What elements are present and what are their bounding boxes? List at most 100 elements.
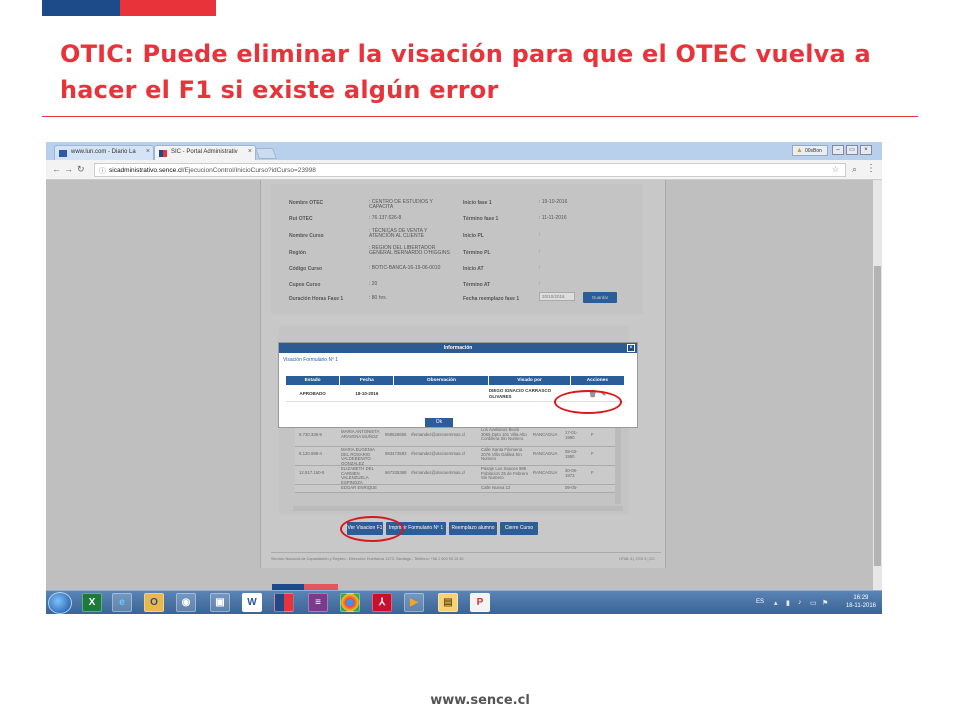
col-fecha: Fecha bbox=[339, 375, 395, 386]
new-tab-button[interactable] bbox=[254, 148, 278, 159]
outlook-icon[interactable]: O bbox=[144, 593, 164, 612]
cell-name: EDGAR ENRIQUE bbox=[341, 485, 378, 490]
battery-icon[interactable]: ▭ bbox=[810, 599, 817, 607]
table-horizontal-scrollbar[interactable] bbox=[293, 506, 623, 511]
cell-phone: 958628655 bbox=[385, 432, 407, 437]
table-row: 12.517.160-5 ELIZABETH DEL CARMEN VALENZ… bbox=[295, 466, 617, 485]
cell-address: Los Avellanos Block 3065 Dpto 101 Villa … bbox=[481, 427, 527, 442]
flag-icon[interactable]: ⚑ bbox=[822, 599, 828, 607]
tab-sic[interactable]: SIC - Portal Administrativ × bbox=[154, 145, 256, 160]
bookmark-star-icon[interactable]: ☆ bbox=[832, 165, 839, 174]
close-icon[interactable]: × bbox=[627, 344, 635, 352]
modal-subtitle: Visación Formulario Nº 1 bbox=[283, 357, 339, 363]
label-nombre-curso: Nombre Curso bbox=[289, 233, 324, 239]
user-label: 00sBon bbox=[805, 148, 822, 154]
maximize-button[interactable]: ▭ bbox=[846, 145, 858, 155]
acrobat-icon[interactable]: ⅄ bbox=[372, 593, 392, 612]
title-divider bbox=[42, 116, 918, 117]
page-footer: Servicio Nacional de Capacitación y Empl… bbox=[271, 552, 661, 562]
windows-taskbar: X e O ◉ ▣ W ≡ ⅄ ▶ ▤ P ES ▴ ▮ ♪ ▭ ⚑ 16:29… bbox=[46, 590, 882, 614]
media-icon[interactable]: ◉ bbox=[176, 593, 196, 612]
forward-arrow-icon[interactable]: → bbox=[64, 164, 73, 174]
cell-address: Calle Nueva 12 bbox=[481, 485, 511, 490]
tab-sic-label: SIC - Portal Administrativ bbox=[171, 149, 238, 155]
cierre-curso-button[interactable]: Cierre Curso bbox=[500, 522, 538, 535]
browser-screenshot: www.lun.com - Diario La × SIC - Portal A… bbox=[46, 142, 882, 614]
close-window-button[interactable]: × bbox=[860, 145, 872, 155]
cell-sex: F bbox=[591, 432, 594, 437]
table-vertical-scrollbar[interactable] bbox=[615, 426, 621, 504]
paint-icon[interactable]: P bbox=[470, 593, 490, 612]
cell-city: RANCAGUA bbox=[533, 451, 558, 456]
value-rut-otec: : 76.137.626-8 bbox=[369, 215, 402, 221]
cell-name: MARIA ANTONIETA ARAVENA MUÑOZ bbox=[341, 429, 380, 439]
reemplazo-alumno-button[interactable]: Reemplazo alumno bbox=[449, 522, 497, 535]
value-nombre-curso: : TÉCNICAS DE VENTA Y ATENCIÓN AL CLIENT… bbox=[369, 228, 428, 239]
volume-icon[interactable]: ♪ bbox=[798, 599, 802, 606]
tab-lun[interactable]: www.lun.com - Diario La × bbox=[54, 145, 154, 160]
minimize-button[interactable]: – bbox=[832, 145, 844, 155]
cell-observacion bbox=[393, 385, 489, 402]
cell-name: ELIZABETH DEL CARMEN VALENZUELA ESPINOZA bbox=[341, 466, 374, 485]
network-icon[interactable]: ▮ bbox=[786, 599, 790, 607]
cell-phone: 967335368 bbox=[385, 470, 407, 475]
label-inicio-fase1: Inicio fase 1 bbox=[463, 200, 492, 206]
scrollbar-thumb[interactable] bbox=[874, 266, 881, 566]
ok-button[interactable]: Ok bbox=[425, 418, 453, 427]
clock-time: 16:29 bbox=[853, 595, 869, 601]
footer-address: Servicio Nacional de Capacitación y Empl… bbox=[271, 557, 464, 561]
word-icon[interactable]: W bbox=[242, 593, 262, 612]
value-termino-at: : bbox=[539, 281, 541, 287]
back-arrow-icon[interactable]: ← bbox=[52, 164, 61, 174]
label-termino-at: Término AT bbox=[463, 282, 491, 288]
close-icon[interactable]: × bbox=[146, 148, 150, 155]
annotation-ring-actions bbox=[554, 390, 622, 414]
tray-arrow-icon[interactable]: ▴ bbox=[774, 599, 778, 607]
table-row: EDGAR ENRIQUE Calle Nueva 12 09-05- bbox=[295, 485, 617, 493]
cell-date: 08-03-1950 bbox=[565, 449, 578, 459]
course-info-panel: Nombre OTEC : CENTRO DE ESTUDIOS Y CAPAC… bbox=[271, 184, 643, 314]
visacion-modal: Información × Visación Formulario Nº 1 E… bbox=[278, 342, 638, 428]
browser-menu-icon[interactable]: ⋮ bbox=[866, 163, 876, 174]
chrome-icon[interactable] bbox=[340, 593, 360, 612]
info-icon: ⓘ bbox=[99, 168, 106, 175]
ie-icon[interactable]: e bbox=[112, 593, 132, 612]
label-rut-otec: Rut OTEC bbox=[289, 216, 313, 222]
reload-icon[interactable]: ↻ bbox=[77, 164, 85, 175]
guardar-button[interactable]: Guardar bbox=[583, 292, 617, 303]
sence-favicon bbox=[159, 150, 167, 157]
value-termino-fase1: : 11-11-2016 bbox=[539, 215, 567, 221]
language-indicator[interactable]: ES bbox=[756, 599, 764, 605]
label-inicio-at: Inicio AT bbox=[463, 266, 484, 272]
close-icon[interactable]: × bbox=[248, 148, 252, 155]
brand-stripe-red bbox=[120, 0, 216, 16]
cell-email: rfernandez@otecsernmas.cl bbox=[411, 451, 465, 456]
col-acciones: Acciones bbox=[569, 375, 626, 386]
cell-sex: F bbox=[591, 470, 594, 475]
zoom-icon[interactable]: ⌕ bbox=[852, 164, 857, 175]
explorer-icon[interactable]: ▤ bbox=[438, 593, 458, 612]
label-codigo-curso: Código Curso bbox=[289, 266, 323, 272]
cell-estado: APROBADO bbox=[285, 385, 340, 402]
cell-fecha: 18-10-2016 bbox=[339, 385, 394, 402]
user-profile-chip[interactable]: ▲ 00sBon bbox=[792, 145, 828, 156]
start-button[interactable] bbox=[48, 592, 72, 614]
winrar-icon[interactable]: ≡ bbox=[308, 593, 328, 612]
page-vertical-scrollbar[interactable] bbox=[873, 180, 882, 590]
browser-tab-bar: www.lun.com - Diario La × SIC - Portal A… bbox=[46, 142, 882, 160]
url-field[interactable]: ⓘ sicadministrativo.sence.cl/EjecucionCo… bbox=[94, 163, 846, 177]
label-inicio-pl: Inicio PL bbox=[463, 233, 484, 239]
excel-icon[interactable]: X bbox=[82, 593, 102, 612]
value-cupos-curso: : 20 bbox=[369, 281, 378, 287]
taskbar-clock[interactable]: 16:29 18-11-2016 bbox=[846, 594, 876, 610]
cell-date: 30-06-1973 bbox=[565, 468, 578, 478]
sence-icon[interactable] bbox=[274, 593, 294, 612]
cell-date: 17-01-1960 bbox=[565, 430, 578, 440]
label-region: Región bbox=[289, 250, 306, 256]
value-termino-pl: : bbox=[539, 249, 541, 255]
folder-icon[interactable]: ▣ bbox=[210, 593, 230, 612]
col-observacion: Observación bbox=[393, 375, 490, 386]
fecha-reemplazo-input[interactable]: 20/10/2016 bbox=[539, 292, 575, 301]
media-player-icon[interactable]: ▶ bbox=[404, 593, 424, 612]
label-nombre-otec: Nombre OTEC bbox=[289, 200, 324, 206]
